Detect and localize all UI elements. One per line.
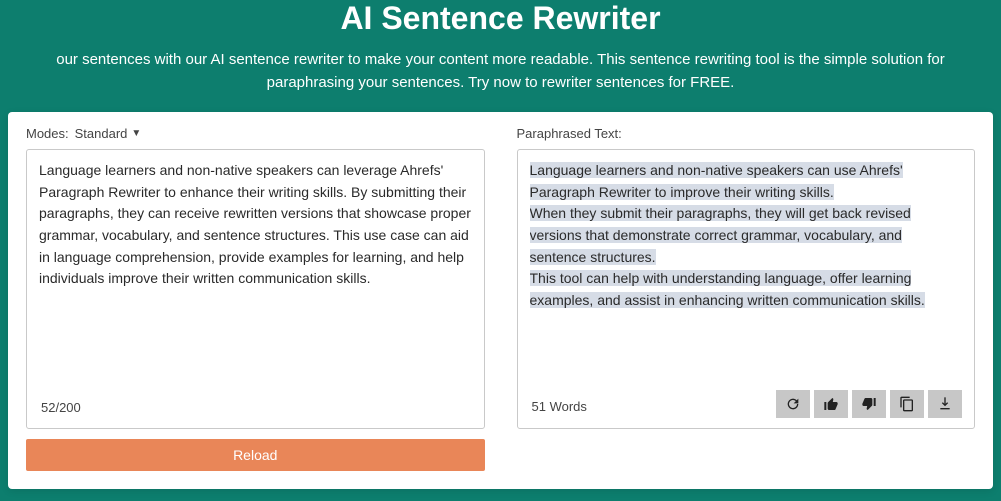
main-card: Modes: Standard ▼ Language learners and …: [8, 112, 993, 489]
output-footer: 51 Words: [530, 384, 963, 418]
thumbs-down-icon: [861, 396, 877, 412]
chevron-down-icon: ▼: [131, 128, 141, 139]
input-text: Language learners and non-native speaker…: [39, 160, 472, 392]
download-button[interactable]: [928, 390, 962, 418]
thumbs-up-icon: [823, 396, 839, 412]
output-pane: Paraphrased Text: Language learners and …: [517, 126, 976, 471]
refresh-icon: [785, 396, 801, 412]
page-title: AI Sentence Rewriter: [20, 0, 981, 37]
reload-button[interactable]: Reload: [26, 439, 485, 471]
thumbs-up-button[interactable]: [814, 390, 848, 418]
output-sentence: This tool can help with understanding la…: [530, 270, 925, 308]
download-icon: [937, 396, 953, 412]
mode-selected: Standard: [75, 126, 128, 141]
output-textbox: Language learners and non-native speaker…: [517, 149, 976, 429]
input-textbox[interactable]: Language learners and non-native speaker…: [26, 149, 485, 429]
copy-icon: [899, 396, 915, 412]
output-text: Language learners and non-native speaker…: [530, 160, 963, 384]
thumbs-down-button[interactable]: [852, 390, 886, 418]
page-header: AI Sentence Rewriter our sentences with …: [0, 0, 1001, 94]
refresh-button[interactable]: [776, 390, 810, 418]
input-counter: 52/200: [39, 392, 472, 418]
modes-row: Modes: Standard ▼: [26, 126, 485, 141]
input-pane: Modes: Standard ▼ Language learners and …: [26, 126, 485, 471]
output-sentence: Language learners and non-native speaker…: [530, 162, 903, 200]
output-sentence: When they submit their paragraphs, they …: [530, 205, 911, 264]
copy-button[interactable]: [890, 390, 924, 418]
mode-dropdown[interactable]: Standard ▼: [75, 126, 142, 141]
output-label: Paraphrased Text:: [517, 126, 976, 141]
output-toolbar: [776, 390, 962, 418]
word-count: 51 Words: [530, 391, 589, 417]
modes-label: Modes:: [26, 126, 69, 141]
page-subtitle: our sentences with our AI sentence rewri…: [20, 49, 981, 94]
